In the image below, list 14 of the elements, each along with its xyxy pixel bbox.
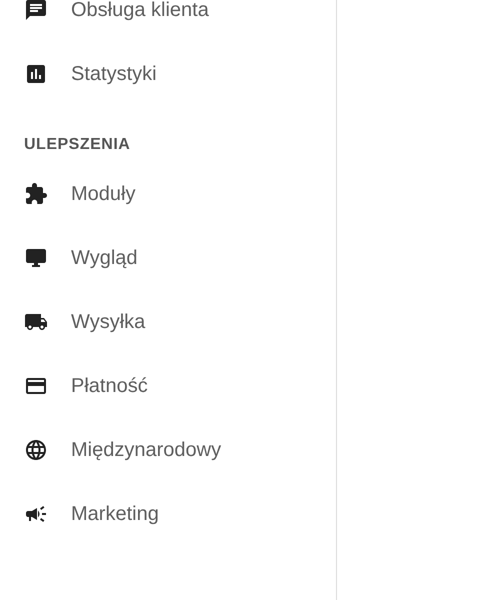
- section-heading: ULEPSZENIA: [23, 135, 132, 155]
- sidebar-item[interactable]: Moduły: [71, 182, 136, 206]
- sidebar-item[interactable]: Wysyłka: [71, 310, 146, 334]
- sidebar-item[interactable]: Międzynarodowy: [71, 438, 222, 462]
- sidebar-item[interactable]: Obsługa klienta: [71, 0, 209, 22]
- puzzle-icon: [24, 182, 48, 206]
- sidebar-item[interactable]: Płatność: [71, 374, 148, 398]
- monitor-icon: [24, 246, 48, 270]
- globe-icon: [24, 438, 48, 462]
- sidebar-item[interactable]: Wygląd: [71, 246, 138, 270]
- chat-icon: [24, 0, 48, 22]
- sidebar-item[interactable]: Marketing: [71, 502, 159, 526]
- sidebar-item[interactable]: Statystyki: [71, 62, 157, 86]
- bar-chart-icon: [24, 62, 48, 86]
